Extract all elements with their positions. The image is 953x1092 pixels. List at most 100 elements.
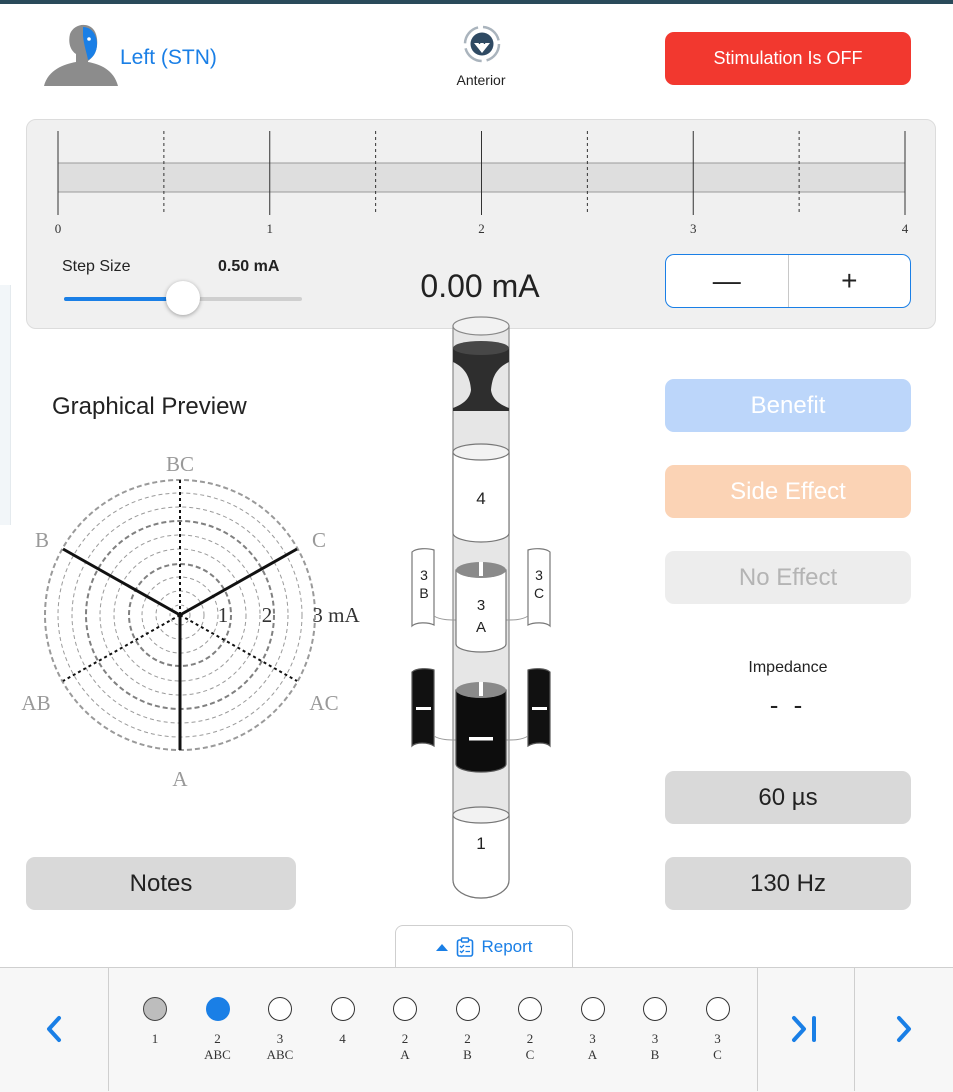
program-status-circle [330, 997, 355, 1021]
contact-4-label: 4 [476, 489, 485, 508]
edge-handle [0, 285, 11, 525]
triangle-up-icon [436, 944, 449, 951]
next-program-button[interactable] [854, 967, 953, 1091]
amplitude-readout: 0.00 mA [420, 268, 540, 304]
impedance-value: - - [769, 690, 807, 720]
skip-to-end-icon [791, 1016, 816, 1042]
program-item[interactable]: 3 ABC [256, 997, 304, 1077]
chevron-left-icon [47, 1016, 61, 1042]
scale-tick-label: 4 [902, 221, 909, 236]
program-number: 3 [276, 1031, 284, 1046]
orientation-letter: A [478, 36, 485, 47]
contact-1-label: 1 [476, 834, 485, 853]
report-label: Report [481, 937, 533, 956]
program-status-circle [205, 997, 230, 1021]
benefit-button[interactable]: Benefit [665, 379, 911, 432]
contact-4[interactable]: 4 [452, 443, 510, 543]
svg-text:3: 3 [420, 567, 428, 583]
program-status-circle [705, 997, 730, 1021]
program-item[interactable]: 2A [381, 997, 429, 1077]
program-item[interactable]: 3C [694, 997, 742, 1077]
segment-3c[interactable]: 3 C [527, 548, 551, 628]
program-status-circle [580, 997, 605, 1021]
svg-text:B: B [419, 585, 428, 601]
svg-text:3: 3 [477, 597, 485, 614]
report-tab[interactable]: Report [395, 925, 573, 968]
segment-3b[interactable]: 3 B [411, 548, 435, 628]
program-contact: A [400, 1047, 410, 1062]
decrease-amplitude-button[interactable]: — [666, 255, 789, 307]
program-number: 3 [589, 1031, 596, 1046]
ring-label-2: 2 [262, 603, 273, 627]
program-list: 1 2 ABC 3 ABC 4 2 A 2 B 2 C 3 A 3 B 3 C [108, 967, 757, 1091]
previous-program-button[interactable] [0, 967, 108, 1091]
program-contact: C [713, 1047, 722, 1062]
program-item[interactable]: 2 ABC [194, 997, 242, 1077]
svg-text:C: C [534, 585, 544, 601]
jump-to-end-button[interactable] [757, 967, 854, 1091]
amplitude-stepper[interactable]: — + [665, 254, 911, 308]
program-item[interactable]: 3A [569, 997, 617, 1077]
program-number: 2 [464, 1031, 471, 1046]
increase-amplitude-button[interactable]: + [789, 255, 911, 307]
segment-3a[interactable]: 3 A [455, 562, 507, 653]
step-size-slider-thumb[interactable] [166, 281, 200, 315]
program-number: 2 [526, 1031, 534, 1046]
program-number: 3 [651, 1031, 659, 1046]
program-status-circle [393, 997, 417, 1021]
no-effect-button[interactable]: No Effect [665, 551, 911, 604]
program-number: 2 [401, 1031, 409, 1046]
program-status-circle [268, 997, 292, 1021]
program-contact: B [463, 1047, 472, 1062]
chevron-right-icon [896, 1016, 911, 1042]
notes-button[interactable]: Notes [26, 857, 296, 910]
program-number: 3 [714, 1031, 721, 1046]
segment-2c[interactable] [527, 668, 551, 748]
step-size-slider[interactable] [64, 281, 302, 315]
top-border [0, 0, 953, 4]
program-number: 2 [214, 1031, 221, 1046]
graphical-preview-title: Graphical Preview [52, 393, 247, 420]
segment-2a[interactable] [455, 682, 507, 773]
program-item[interactable]: 4 [319, 997, 367, 1077]
direction-label-ac: AC [309, 691, 338, 715]
anterior-orientation-icon[interactable]: A [462, 24, 502, 64]
orientation-label: Anterior [456, 72, 506, 88]
program-item[interactable]: 1 [131, 997, 179, 1077]
program-status-circle [518, 997, 542, 1021]
direction-label-a: A [172, 767, 188, 791]
step-size-value: 0.50 mA [218, 258, 280, 275]
program-contact: ABC [266, 1047, 294, 1062]
graphical-preview-polar-plot: BC C AC A AB B 1 2 3 mA [21, 452, 360, 791]
hemisphere-label[interactable]: Left (STN) [120, 46, 217, 70]
scale-tick-label: 2 [478, 221, 485, 236]
clipboard-checklist-icon [457, 937, 474, 957]
amplitude-scale[interactable]: 0 1 2 3 4 [26, 119, 934, 249]
svg-text:A: A [476, 619, 486, 636]
scale-tick-label: 1 [267, 221, 274, 236]
ring-label-1: 1 [218, 603, 229, 627]
frequency-button[interactable]: 130 Hz [665, 857, 911, 910]
svg-text:3: 3 [535, 567, 543, 583]
contact-1[interactable]: 1 [452, 806, 510, 899]
step-size-label: Step Size [62, 258, 131, 275]
program-item[interactable]: 2C [506, 997, 554, 1077]
program-number: 1 [151, 1031, 159, 1046]
segment-2b[interactable] [411, 668, 435, 748]
stimulation-status-button[interactable]: Stimulation Is OFF [665, 32, 911, 85]
direction-label-ab: AB [21, 691, 50, 715]
program-number: 4 [339, 1031, 346, 1046]
lead-diagram[interactable]: 4 3 B 3 C 3 A 1 [400, 310, 565, 910]
impedance-label: Impedance [748, 659, 828, 676]
direction-label-c: C [312, 528, 326, 552]
program-item[interactable]: 2B [444, 997, 492, 1077]
program-item[interactable]: 3B [631, 997, 679, 1077]
side-effect-button[interactable]: Side Effect [665, 465, 911, 518]
scale-tick-label: 0 [55, 221, 62, 236]
direction-label-bc: BC [166, 452, 194, 476]
scale-tick-label: 3 [690, 221, 697, 236]
pulse-width-button[interactable]: 60 µs [665, 771, 911, 824]
program-contact: A [587, 1047, 598, 1062]
program-contact: B [650, 1047, 660, 1062]
ring-label-3: 3 mA [312, 603, 360, 627]
